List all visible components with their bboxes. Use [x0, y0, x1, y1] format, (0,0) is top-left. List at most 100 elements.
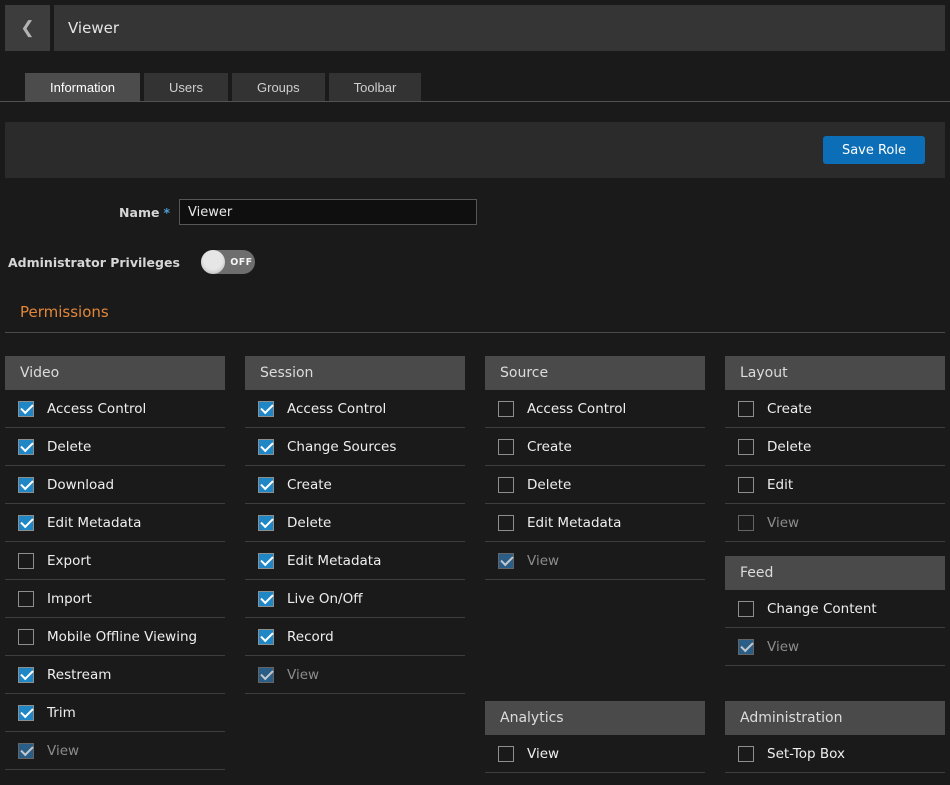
permission-item[interactable]: Edit Metadata — [485, 504, 705, 542]
permissions-divider — [5, 332, 945, 333]
title-bar: Viewer — [54, 5, 945, 51]
tab-users[interactable]: Users — [144, 73, 228, 101]
checkbox-checked-icon[interactable] — [258, 401, 274, 417]
permission-label: View — [47, 743, 79, 759]
tab-toolbar[interactable]: Toolbar — [329, 73, 422, 101]
permission-group-header-source: Source — [485, 356, 705, 390]
tab-information[interactable]: Information — [25, 73, 140, 101]
permission-section-administration: AdministrationSet-Top Box — [725, 701, 945, 773]
permission-item[interactable]: Change Content — [725, 590, 945, 628]
permission-item[interactable]: Set-Top Box — [725, 735, 945, 773]
checkbox-checked-icon[interactable] — [258, 477, 274, 493]
checkbox-unchecked-icon[interactable] — [498, 515, 514, 531]
permission-item[interactable]: Mobile Offline Viewing — [5, 618, 225, 656]
checkbox-checked-icon[interactable] — [18, 515, 34, 531]
checkbox-unchecked-icon[interactable] — [18, 553, 34, 569]
permissions-grid: VideoAccess ControlDeleteDownloadEdit Me… — [5, 356, 950, 773]
action-band: Save Role — [5, 122, 945, 178]
checkbox-checked-icon[interactable] — [18, 439, 34, 455]
permission-label: Access Control — [287, 401, 386, 417]
permission-label: Delete — [527, 477, 571, 493]
checkbox-checked-icon[interactable] — [258, 515, 274, 531]
permission-item[interactable]: Edit Metadata — [5, 504, 225, 542]
tab-bar: Information Users Groups Toolbar — [0, 73, 950, 102]
permission-item[interactable]: Delete — [245, 504, 465, 542]
checkbox-unchecked-icon[interactable] — [498, 401, 514, 417]
permission-item[interactable]: Delete — [725, 428, 945, 466]
checkbox-checked-icon — [18, 743, 34, 759]
permission-label: Restream — [47, 667, 111, 683]
permission-label: Create — [527, 439, 572, 455]
checkbox-unchecked-icon[interactable] — [738, 477, 754, 493]
permission-label: Import — [47, 591, 92, 607]
checkbox-checked-icon[interactable] — [258, 553, 274, 569]
checkbox-unchecked-icon[interactable] — [18, 629, 34, 645]
permission-item[interactable]: Create — [485, 428, 705, 466]
permission-group-header-session: Session — [245, 356, 465, 390]
permission-label: Create — [287, 477, 332, 493]
checkbox-unchecked-icon[interactable] — [738, 601, 754, 617]
permission-label: Change Content — [767, 601, 877, 617]
permission-label: Create — [767, 401, 812, 417]
tab-groups[interactable]: Groups — [232, 73, 325, 101]
permission-item[interactable]: Edit Metadata — [245, 542, 465, 580]
permission-group-header-layout: Layout — [725, 356, 945, 390]
permission-label: Delete — [47, 439, 91, 455]
checkbox-unchecked-icon[interactable] — [498, 477, 514, 493]
permission-item[interactable]: Create — [245, 466, 465, 504]
permission-item[interactable]: Import — [5, 580, 225, 618]
permission-label: Export — [47, 553, 91, 569]
checkbox-checked-icon — [258, 667, 274, 683]
permission-item[interactable]: Live On/Off — [245, 580, 465, 618]
permission-section-session: Session Access Control Change Sources Creat… — [245, 356, 465, 694]
permission-item[interactable]: Access Control — [485, 390, 705, 428]
chevron-left-icon: ❮ — [20, 18, 34, 38]
permission-item: View — [485, 542, 705, 580]
permissions-column: Session Access Control Change Sources Creat… — [245, 356, 465, 694]
permission-item[interactable]: Delete — [485, 466, 705, 504]
permission-item[interactable]: Change Sources — [245, 428, 465, 466]
checkbox-unchecked-icon[interactable] — [738, 746, 754, 762]
permission-label: View — [527, 553, 559, 569]
name-input[interactable] — [179, 199, 477, 225]
permission-item[interactable]: Export — [5, 542, 225, 580]
checkbox-unchecked-icon[interactable] — [498, 439, 514, 455]
permission-label: Live On/Off — [287, 591, 363, 607]
checkbox-checked-icon[interactable] — [18, 401, 34, 417]
checkbox-checked-icon — [498, 553, 514, 569]
permission-item[interactable]: Trim — [5, 694, 225, 732]
name-label: Name* — [0, 205, 170, 220]
permission-label: View — [767, 515, 799, 531]
permission-item[interactable]: Restream — [5, 656, 225, 694]
permission-item[interactable]: Download — [5, 466, 225, 504]
permission-item[interactable]: Access Control — [245, 390, 465, 428]
checkbox-unchecked-icon[interactable] — [738, 439, 754, 455]
permission-item[interactable]: Create — [725, 390, 945, 428]
checkbox-checked-icon[interactable] — [18, 667, 34, 683]
permission-label: Edit Metadata — [527, 515, 621, 531]
permission-item[interactable]: View — [485, 735, 705, 773]
permission-item: View — [725, 504, 945, 542]
checkbox-checked-icon[interactable] — [258, 591, 274, 607]
permission-item[interactable]: Delete — [5, 428, 225, 466]
permission-label: Trim — [47, 705, 76, 721]
checkbox-checked-icon[interactable] — [18, 705, 34, 721]
checkbox-unchecked-icon[interactable] — [498, 746, 514, 762]
checkbox-checked-icon[interactable] — [18, 477, 34, 493]
permission-section-analytics: AnalyticsView — [485, 701, 705, 773]
checkbox-unchecked-icon[interactable] — [18, 591, 34, 607]
permission-label: Change Sources — [287, 439, 396, 455]
save-role-button[interactable]: Save Role — [823, 136, 925, 164]
checkbox-unchecked-icon[interactable] — [738, 401, 754, 417]
permission-item: View — [5, 732, 225, 770]
back-button[interactable]: ❮ — [5, 5, 50, 51]
permission-label: Edit Metadata — [47, 515, 141, 531]
checkbox-checked-icon[interactable] — [258, 439, 274, 455]
checkbox-checked-icon[interactable] — [258, 629, 274, 645]
permission-item[interactable]: Access Control — [5, 390, 225, 428]
permission-item[interactable]: Edit — [725, 466, 945, 504]
permission-item[interactable]: Record — [245, 618, 465, 656]
permission-item: View — [245, 656, 465, 694]
admin-privileges-toggle[interactable]: OFF — [201, 250, 255, 274]
permission-section-video: VideoAccess ControlDeleteDownloadEdit Me… — [5, 356, 225, 770]
